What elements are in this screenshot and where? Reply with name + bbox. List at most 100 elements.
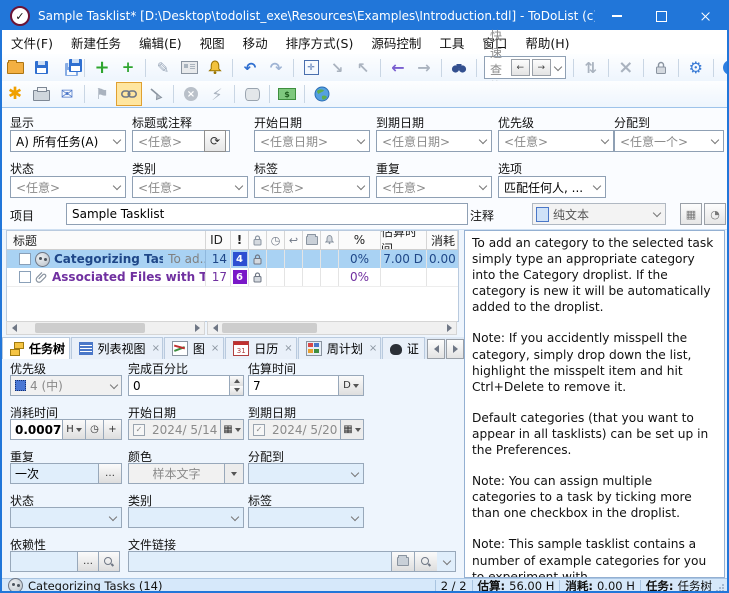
assigned-to-combo[interactable] xyxy=(248,463,364,484)
delete-task-button[interactable]: × xyxy=(614,57,638,79)
filter-recurrence-combo[interactable]: <任意> xyxy=(376,176,492,198)
estimate-input[interactable]: 7 D xyxy=(248,375,364,396)
chevron-down-icon[interactable] xyxy=(437,552,455,571)
column-spent[interactable]: 消耗 xyxy=(427,231,458,249)
cleanup-button[interactable] xyxy=(144,83,168,105)
refresh-button[interactable]: ⟳ xyxy=(204,130,226,152)
maximize-tasklist-button[interactable]: ✛ xyxy=(299,57,323,79)
chevron-down-icon[interactable] xyxy=(554,62,562,70)
open-file-button[interactable] xyxy=(3,57,27,79)
currency-button[interactable]: $ xyxy=(275,83,299,105)
recurrence-field[interactable]: 一次 … xyxy=(10,463,122,484)
filter-tags-combo[interactable]: <任意> xyxy=(254,176,370,198)
title-pane-scrollbar[interactable] xyxy=(6,321,205,335)
color-combo[interactable]: 样本文字 xyxy=(128,463,244,484)
task-checkbox[interactable] xyxy=(19,271,31,283)
add-time-button[interactable]: + xyxy=(103,420,121,439)
dependency-edit-button[interactable]: … xyxy=(77,552,98,571)
comments-save-button[interactable]: ▦ xyxy=(680,203,702,225)
due-date-picker[interactable]: ✓ 2024/ 5/20 ▦ xyxy=(248,419,364,440)
task-row[interactable]: Associated Files with Tasks 17 6 0% xyxy=(7,268,458,287)
tab-kanban[interactable]: 证 xyxy=(382,337,425,359)
find-next-button[interactable]: → xyxy=(532,59,551,76)
track-time-button[interactable]: ◷ xyxy=(85,420,103,439)
save-all-button[interactable] xyxy=(55,57,79,79)
scroll-right-icon[interactable] xyxy=(190,322,204,334)
calendar-dropdown-button[interactable]: ▦ xyxy=(340,420,363,439)
comments-format-combo[interactable]: 纯文本 xyxy=(532,203,666,225)
filter-start-combo[interactable]: <任意日期> xyxy=(254,130,370,152)
filter-show-combo[interactable]: A) 所有任务(A) xyxy=(10,130,126,152)
email-button[interactable]: ✉ xyxy=(55,83,79,105)
save-button[interactable] xyxy=(29,57,53,79)
column-time[interactable]: ◷ xyxy=(267,231,285,249)
flag-button[interactable]: ⚑ xyxy=(90,83,114,105)
column-id[interactable]: ID xyxy=(206,231,231,249)
menu-help[interactable]: 帮助(H) xyxy=(516,30,578,54)
column-title[interactable]: 标题 xyxy=(7,231,206,249)
column-lock[interactable] xyxy=(249,231,267,249)
web-update-button[interactable] xyxy=(310,83,334,105)
stop-button[interactable]: × xyxy=(179,83,203,105)
chevron-down-icon[interactable] xyxy=(224,464,243,483)
close-tab-icon[interactable]: × xyxy=(152,343,160,354)
column-filelink[interactable] xyxy=(303,231,321,249)
close-tab-icon[interactable]: × xyxy=(211,343,219,354)
column-reminder[interactable] xyxy=(321,231,339,249)
menu-new-task[interactable]: 新建任务 xyxy=(62,30,130,54)
status-combo[interactable] xyxy=(10,507,122,528)
tab-scroll-right-button[interactable] xyxy=(446,339,464,359)
filter-due-combo[interactable]: <任意日期> xyxy=(376,130,492,152)
scroll-left-icon[interactable] xyxy=(7,322,21,334)
quick-find-combo[interactable]: 快速查找(Q) ← → xyxy=(484,56,566,79)
back-button[interactable]: ← xyxy=(386,57,410,79)
find-tasks-button[interactable] xyxy=(447,57,471,79)
file-link-field[interactable] xyxy=(128,551,456,572)
comments-history-button[interactable]: ◔ xyxy=(704,203,726,225)
task-row[interactable]: Categorizing Tasks To ad... 14 4 0% 7.00… xyxy=(7,250,458,268)
spinner[interactable] xyxy=(229,376,243,395)
column-priority[interactable]: ! xyxy=(231,231,249,249)
tab-list-view[interactable]: 列表视图× xyxy=(71,337,163,359)
menu-view[interactable]: 视图 xyxy=(191,30,234,54)
menu-source-control[interactable]: 源码控制 xyxy=(362,30,430,54)
edit-notes-button[interactable] xyxy=(177,57,201,79)
menu-tools[interactable]: 工具 xyxy=(430,30,473,54)
start-date-picker[interactable]: ✓ 2024/ 5/14 ▦ xyxy=(128,419,244,440)
recurrence-edit-button[interactable]: … xyxy=(98,464,121,483)
close-button[interactable] xyxy=(683,2,727,30)
menu-move[interactable]: 移动 xyxy=(234,30,277,54)
tab-calendar[interactable]: 31 日历× xyxy=(225,337,297,359)
column-recurrence[interactable]: ↩ xyxy=(285,231,303,249)
column-percent[interactable]: % xyxy=(339,231,381,249)
filter-assigned-combo[interactable]: <任意一个> xyxy=(614,130,724,152)
move-task-right-button[interactable]: ↘ xyxy=(325,57,349,79)
tab-task-tree[interactable]: 任务树 xyxy=(2,337,70,359)
filter-priority-combo[interactable]: <任意> xyxy=(498,130,614,152)
columns-pane-scrollbar[interactable] xyxy=(207,321,457,335)
spent-input[interactable]: 0.0007 H ◷ + xyxy=(10,419,122,440)
column-estimate[interactable]: 估算时间 xyxy=(381,231,427,249)
estimate-unit-button[interactable]: D xyxy=(338,376,363,395)
lock-tasklist-button[interactable] xyxy=(649,57,673,79)
tab-chart[interactable]: 图× xyxy=(164,337,224,359)
preferences-button[interactable]: ⚙ xyxy=(684,57,708,79)
maximize-button[interactable] xyxy=(639,2,683,30)
filter-options-combo[interactable]: 匹配任何人, ... xyxy=(498,176,606,198)
script-button[interactable] xyxy=(240,83,264,105)
date-checkbox[interactable]: ✓ xyxy=(253,424,265,436)
calendar-dropdown-button[interactable]: ▦ xyxy=(220,420,243,439)
scroll-right-icon[interactable] xyxy=(442,322,456,334)
comments-panel[interactable]: To add an category to the selected task … xyxy=(464,230,725,578)
print-button[interactable] xyxy=(29,83,53,105)
close-tab-icon[interactable]: × xyxy=(369,343,377,354)
priority-combo[interactable]: 4 (中) xyxy=(10,375,122,396)
menu-file[interactable]: 文件(F) xyxy=(2,30,62,54)
date-checkbox[interactable]: ✓ xyxy=(133,424,145,436)
dependency-view-button[interactable] xyxy=(98,552,119,571)
task-checkbox[interactable] xyxy=(19,253,31,265)
menu-sort[interactable]: 排序方式(S) xyxy=(277,30,363,54)
run-plugin-button[interactable]: ⚡ xyxy=(205,83,229,105)
new-subtask-button[interactable]: + xyxy=(116,57,140,79)
filter-title-input[interactable]: <任意> ⟳ xyxy=(132,130,230,152)
